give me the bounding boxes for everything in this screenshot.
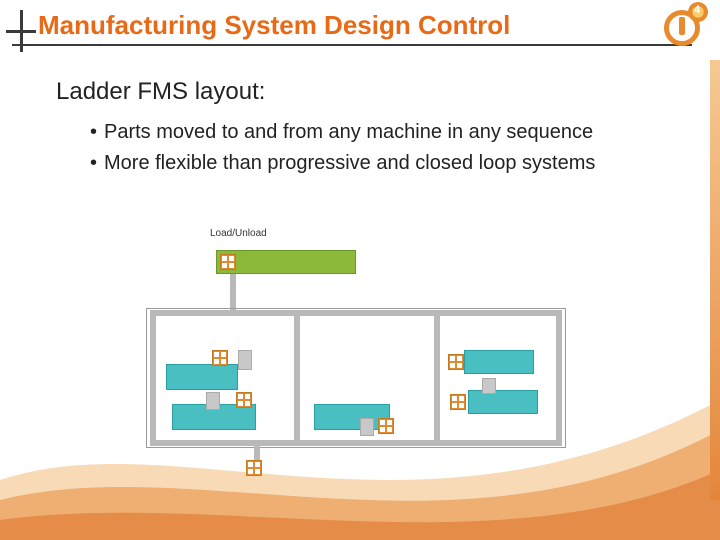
pad-block: [206, 392, 220, 410]
machine-block: [468, 390, 538, 414]
rail-segment: [150, 310, 156, 446]
pad-block: [482, 378, 496, 394]
station-icon: [236, 392, 252, 408]
rail-segment: [294, 310, 300, 446]
rail-segment: [150, 440, 562, 446]
rail-segment: [556, 310, 562, 446]
slide-title: Manufacturing System Design Control: [38, 10, 510, 41]
fms-diagram: [146, 246, 566, 476]
pad-block: [360, 418, 374, 436]
machine-block: [166, 364, 238, 390]
bullet-item: Parts moved to and from any machine in a…: [90, 120, 680, 145]
diagram-caption: Load/Unload: [210, 228, 267, 239]
station-icon: [378, 418, 394, 434]
rail-segment: [230, 274, 236, 310]
logo-badge-number: 4: [694, 4, 700, 16]
brand-logo: 4: [660, 4, 706, 50]
title-rule: [12, 44, 692, 46]
station-icon: [212, 350, 228, 366]
machine-block: [464, 350, 534, 374]
rail-segment: [434, 310, 440, 446]
station-icon: [450, 394, 466, 410]
load-unload-block: [216, 250, 356, 274]
rail-segment: [150, 310, 562, 316]
subtitle: Ladder FMS layout:: [56, 78, 680, 106]
content-area: Ladder FMS layout: Parts moved to and fr…: [56, 78, 680, 182]
station-icon: [448, 354, 464, 370]
slide: Manufacturing System Design Control 4 La…: [0, 0, 720, 540]
station-icon: [220, 254, 236, 270]
station-icon: [246, 460, 262, 476]
bullet-list: Parts moved to and from any machine in a…: [90, 120, 680, 176]
pad-block: [238, 350, 252, 370]
bullet-item: More flexible than progressive and close…: [90, 151, 680, 176]
background-edge-right: [710, 60, 720, 500]
